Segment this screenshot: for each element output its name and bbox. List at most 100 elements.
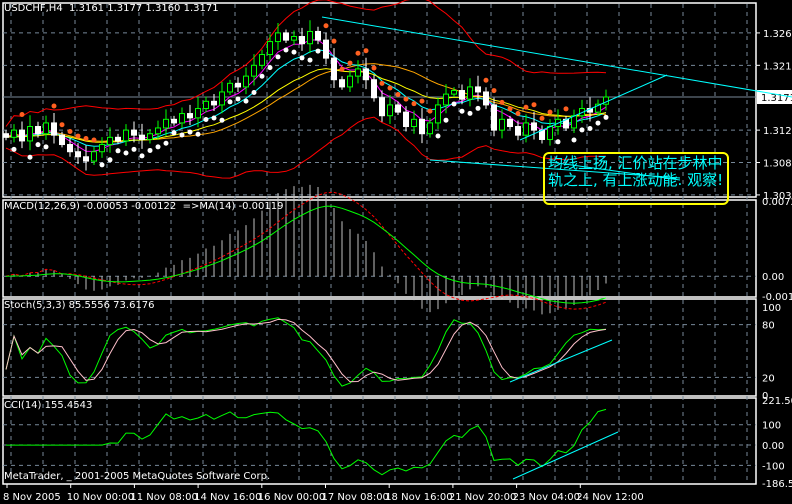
copyright: MetaTrader, _ 2001-2005 MetaQuotes Softw…: [4, 471, 271, 482]
time-tick-label: 21 Nov 20:00: [449, 492, 516, 503]
bull-candle: [27, 126, 33, 142]
bear-candle: [491, 104, 497, 131]
bull-candle: [43, 122, 49, 135]
parabolic-sar-dot: [115, 148, 121, 154]
macd-label: MACD(12,26,9) -0.00053 -0.00122 =>MA(14)…: [4, 201, 284, 212]
bull-candle: [259, 54, 265, 66]
close-value: 1.3171: [183, 3, 219, 14]
bear-candle: [283, 32, 289, 41]
trendline: [321, 16, 792, 98]
open-value: 1.3161: [69, 3, 105, 14]
parabolic-sar-dot: [211, 115, 217, 121]
bear-candle: [115, 136, 121, 142]
time-tick-label: 14 Nov 16:00: [194, 492, 261, 503]
stoch-signal-line: [5, 318, 607, 383]
parabolic-sar-dot: [67, 128, 73, 134]
bear-candle: [459, 90, 465, 100]
parabolic-sar-dot: [203, 116, 209, 122]
parabolic-sar-dot: [459, 108, 465, 114]
macd-tick-label: -0.0019: [762, 292, 792, 303]
cci-tick-label: -100: [762, 461, 785, 472]
bear-candle: [51, 122, 57, 136]
macd-tick-label: 0.00: [762, 272, 784, 283]
parabolic-sar-dot: [267, 65, 273, 71]
symbol: USDCHF,H4: [4, 3, 63, 14]
bear-candle: [331, 57, 337, 81]
bull-candle: [11, 129, 17, 138]
time-tick-label: 10 Nov 00:00: [67, 492, 134, 503]
parabolic-sar-dot: [587, 125, 593, 131]
annotation-note[interactable]: 均线上扬, 汇价站在步林中轨之上, 有上涨动能. 观察!: [543, 152, 729, 205]
bear-candle: [35, 126, 41, 135]
bull-candle: [267, 41, 273, 56]
bull-candle: [147, 133, 153, 140]
bear-candle: [395, 104, 401, 113]
parabolic-sar-dot: [475, 105, 481, 111]
parabolic-sar-dot: [523, 104, 529, 110]
parabolic-sar-dot: [35, 142, 41, 148]
parabolic-sar-dot: [155, 144, 161, 150]
parabolic-sar-dot: [83, 136, 89, 142]
bull-candle: [203, 100, 209, 110]
parabolic-sar-dot: [163, 140, 169, 146]
parabolic-sar-dot: [603, 114, 609, 120]
low-value: 1.3160: [145, 3, 181, 14]
time-tick-label: 17 Nov 08:00: [322, 492, 389, 503]
macd-ma-line: [5, 205, 607, 304]
parabolic-sar-dot: [307, 57, 313, 63]
parabolic-sar-dot: [299, 55, 305, 61]
parabolic-sar-dot: [515, 110, 521, 116]
parabolic-sar-dot: [363, 48, 369, 54]
bear-candle: [531, 122, 537, 131]
parabolic-sar-dot: [11, 146, 17, 152]
bear-candle: [323, 39, 329, 59]
bear-candle: [515, 126, 521, 136]
bull-candle: [243, 75, 249, 88]
parabolic-sar-dot: [195, 131, 201, 137]
bear-candle: [211, 100, 217, 106]
parabolic-sar-dot: [179, 132, 185, 138]
parabolic-sar-dot: [59, 122, 65, 128]
parabolic-sar-dot: [443, 117, 449, 123]
parabolic-sar-dot: [379, 80, 385, 86]
parabolic-sar-dot: [387, 85, 393, 91]
parabolic-sar-dot: [483, 77, 489, 83]
parabolic-sar-dot: [91, 137, 97, 143]
parabolic-sar-dot: [123, 150, 129, 156]
bear-candle: [19, 129, 25, 142]
bear-candle: [379, 97, 385, 117]
stoch-tick-label: 100: [762, 303, 781, 314]
bull-candle: [347, 75, 353, 88]
parabolic-sar-dot: [531, 102, 537, 108]
bull-candle: [499, 118, 505, 131]
parabolic-sar-dot: [563, 106, 569, 112]
parabolic-sar-dot: [27, 154, 33, 160]
parabolic-sar-dot: [579, 127, 585, 133]
parabolic-sar-dot: [595, 120, 601, 126]
parabolic-sar-dot: [139, 153, 145, 159]
bollinger-upper: [5, 0, 607, 127]
bear-candle: [235, 82, 241, 88]
high-value: 1.3177: [107, 3, 143, 14]
parabolic-sar-dot: [243, 98, 249, 104]
bear-candle: [315, 30, 321, 41]
bear-candle: [371, 79, 377, 99]
parabolic-sar-dot: [107, 157, 113, 163]
cci-tick-label: 0.00: [762, 441, 784, 452]
parabolic-sar-dot: [19, 111, 25, 117]
parabolic-sar-dot: [539, 115, 545, 121]
bull-candle: [355, 68, 361, 77]
chart-canvas[interactable]: 1.32601.32151.31251.30801.30351.31710.00…: [0, 0, 792, 504]
parabolic-sar-dot: [339, 66, 345, 72]
bear-candle: [3, 133, 9, 138]
bull-candle: [451, 90, 457, 95]
bull-candle: [219, 91, 225, 106]
time-tick-label: 8 Nov 2005: [3, 492, 61, 503]
bear-candle: [187, 113, 193, 119]
bull-candle: [571, 115, 577, 129]
price-tick-label: 1.3125: [763, 126, 792, 137]
bull-candle: [467, 86, 473, 100]
parabolic-sar-dot: [219, 117, 225, 123]
bull-candle: [251, 64, 257, 77]
bull-candle: [99, 144, 105, 153]
